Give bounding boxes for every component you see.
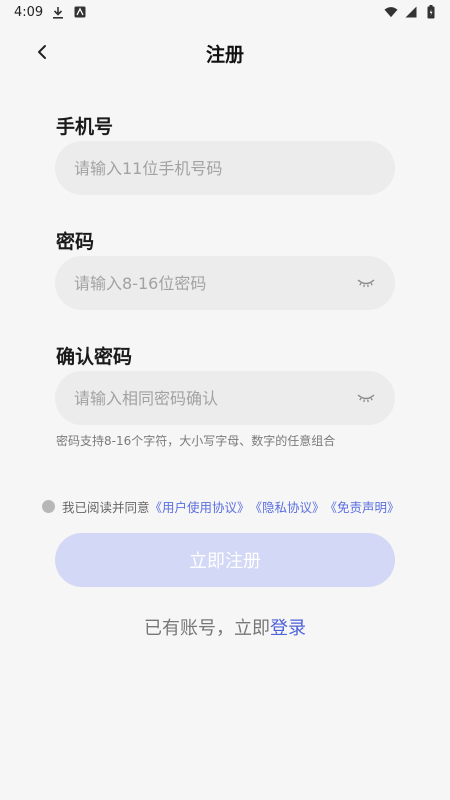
status-right xyxy=(384,5,438,19)
password-field-box[interactable] xyxy=(55,256,395,310)
confirm-password-input[interactable] xyxy=(74,388,355,408)
password-visibility-toggle[interactable] xyxy=(355,276,377,290)
battery-icon xyxy=(424,5,438,19)
password-input[interactable] xyxy=(74,273,355,293)
agreement-row: 我已阅读并同意 《用户使用协议》 《隐私协议》 《免责声明》 xyxy=(42,497,400,516)
signal-icon xyxy=(404,5,418,19)
register-button[interactable]: 立即注册 xyxy=(55,533,395,587)
agreement-prefix: 我已阅读并同意 xyxy=(62,500,150,515)
login-prompt: 已有账号，立即登录 xyxy=(0,614,450,640)
status-time: 4:09 xyxy=(14,4,44,20)
confirm-password-field-box[interactable] xyxy=(55,371,395,425)
phone-field-box[interactable] xyxy=(55,141,395,195)
login-link[interactable]: 登录 xyxy=(270,618,306,639)
privacy-agreement-link[interactable]: 《隐私协议》 xyxy=(250,497,325,516)
confirm-password-label: 确认密码 xyxy=(56,346,133,368)
wifi-icon xyxy=(384,5,398,19)
status-bar: 4:09 xyxy=(0,0,450,24)
status-left: 4:09 xyxy=(14,5,87,20)
eye-closed-icon xyxy=(357,394,375,403)
disclaimer-link[interactable]: 《免责声明》 xyxy=(325,497,400,516)
confirm-password-visibility-toggle[interactable] xyxy=(355,391,377,405)
agreement-checkbox[interactable] xyxy=(42,500,55,513)
page-title: 注册 xyxy=(205,44,244,66)
login-prompt-text: 已有账号，立即 xyxy=(144,618,270,639)
app-notification-icon xyxy=(73,5,87,19)
nav-bar: 注册 xyxy=(0,30,450,74)
phone-label: 手机号 xyxy=(56,116,114,138)
password-hint: 密码支持8-16个字符，大小写字母、数字的任意组合 xyxy=(56,434,336,448)
user-agreement-link[interactable]: 《用户使用协议》 xyxy=(150,497,250,516)
password-label: 密码 xyxy=(56,231,95,253)
phone-input[interactable] xyxy=(74,158,377,178)
download-icon xyxy=(51,5,65,19)
eye-closed-icon xyxy=(357,279,375,288)
